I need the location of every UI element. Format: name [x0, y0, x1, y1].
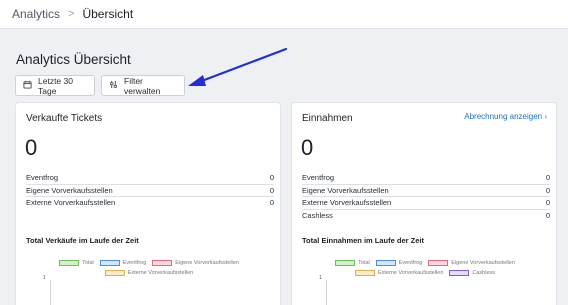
legend-label: Eigene Vorverkaufsstellen: [175, 260, 239, 266]
revenue-chart-legend: Total Eventfrog Eigene Vorverkaufsstelle…: [292, 258, 558, 278]
tickets-card-title: Verkaufte Tickets: [26, 113, 103, 124]
legend-label: Cashless: [472, 270, 496, 276]
list-item: Externe Vorverkaufsstellen 0: [26, 197, 274, 210]
tickets-total: 0: [25, 135, 38, 160]
legend-swatch: [428, 260, 449, 266]
filter-manage-button[interactable]: Filter verwalten: [101, 75, 185, 96]
legend-label: Externe Vorverkaufsstellen: [127, 270, 194, 276]
legend-item-eventfrog[interactable]: Eventfrog: [375, 260, 423, 266]
row-value: 0: [269, 173, 274, 182]
legend-label: Total: [358, 260, 370, 266]
tickets-chart-title: Total Verkäufe im Laufe der Zeit: [26, 236, 139, 245]
legend-label: Total: [82, 260, 94, 266]
breadcrumb-analytics[interactable]: Analytics: [12, 7, 60, 21]
revenue-breakdown: Eventfrog 0 Eigene Vorverkaufsstellen 0 Ex…: [302, 172, 550, 222]
row-value: 0: [545, 185, 550, 195]
legend-item-total[interactable]: Total: [59, 260, 94, 266]
legend-item-externe[interactable]: Externe Vorverkaufsstellen: [354, 270, 444, 276]
date-range-label: Letzte 30 Tage: [38, 75, 73, 96]
row-label: Eigene Vorverkaufsstellen: [26, 185, 113, 195]
y-axis-tick: 1: [319, 275, 322, 281]
legend-item-externe[interactable]: Externe Vorverkaufsstellen: [104, 270, 194, 276]
revenue-card: Einnahmen Abrechnung anzeigen › 0 Eventf…: [291, 102, 557, 305]
legend-item-eigene[interactable]: Eigene Vorverkaufsstellen: [428, 260, 515, 266]
list-item: Eigene Vorverkaufsstellen 0: [302, 185, 550, 197]
calendar-icon: [23, 80, 32, 91]
row-value: 0: [269, 185, 274, 195]
legend-swatch: [59, 260, 80, 266]
legend-item-eventfrog[interactable]: Eventfrog: [99, 260, 147, 266]
legend-item-cashless[interactable]: Cashless: [449, 270, 495, 276]
revenue-chart-title: Total Einnahmen im Laufe der Zeit: [302, 236, 424, 245]
filter-sliders-icon: [109, 80, 118, 91]
row-label: Eigene Vorverkaufsstellen: [302, 185, 389, 195]
chevron-right-icon: ›: [544, 112, 547, 121]
y-axis-line: [50, 280, 51, 305]
y-axis-line: [326, 280, 327, 305]
row-label: Eventfrog: [26, 173, 59, 182]
breadcrumb-separator: >: [68, 8, 75, 20]
row-label: Eventfrog: [302, 173, 335, 182]
list-item: Eigene Vorverkaufsstellen 0: [26, 185, 274, 197]
top-bar: Analytics > Übersicht: [0, 0, 568, 29]
legend-swatch: [354, 270, 375, 276]
list-item: Eventfrog 0: [302, 172, 550, 185]
legend-item-eigene[interactable]: Eigene Vorverkaufsstellen: [152, 260, 239, 266]
breadcrumb-current: Übersicht: [82, 7, 134, 21]
legend-label: Eigene Vorverkaufsstellen: [451, 260, 515, 266]
legend-swatch: [104, 270, 125, 276]
row-value: 0: [269, 198, 274, 207]
legend-swatch: [335, 260, 356, 266]
legend-item-total[interactable]: Total: [335, 260, 370, 266]
page-title: Analytics Übersicht: [16, 52, 131, 67]
legend-label: Eventfrog: [122, 260, 147, 266]
tickets-breakdown: Eventfrog 0 Eigene Vorverkaufsstellen 0 Ex…: [26, 172, 274, 210]
row-value: 0: [545, 198, 550, 207]
date-range-button[interactable]: Letzte 30 Tage: [15, 75, 95, 96]
list-item: Eventfrog 0: [26, 172, 274, 185]
row-label: Externe Vorverkaufsstellen: [26, 198, 116, 207]
legend-swatch: [375, 260, 396, 266]
tickets-chart-legend: Total Eventfrog Eigene Vorverkaufsstelle…: [16, 258, 282, 278]
row-value: 0: [545, 210, 550, 220]
revenue-card-title: Einnahmen: [302, 113, 353, 124]
legend-swatch: [152, 260, 173, 266]
list-item: Externe Vorverkaufsstellen 0: [302, 197, 550, 210]
row-label: Cashless: [302, 210, 333, 220]
legend-label: Externe Vorverkaufsstellen: [377, 270, 444, 276]
y-axis-tick: 1: [43, 275, 46, 281]
list-item: Cashless 0: [302, 210, 550, 223]
revenue-total: 0: [301, 135, 314, 160]
billing-link-label: Abrechnung anzeigen: [464, 112, 543, 121]
billing-link[interactable]: Abrechnung anzeigen ›: [464, 112, 547, 121]
legend-swatch: [449, 270, 470, 276]
tickets-card: Verkaufte Tickets 0 Eventfrog 0 Eigene Vo…: [15, 102, 281, 305]
row-label: Externe Vorverkaufsstellen: [302, 198, 392, 207]
row-value: 0: [545, 173, 550, 182]
legend-label: Eventfrog: [398, 260, 423, 266]
filter-manage-label: Filter verwalten: [124, 75, 161, 96]
legend-swatch: [99, 260, 120, 266]
